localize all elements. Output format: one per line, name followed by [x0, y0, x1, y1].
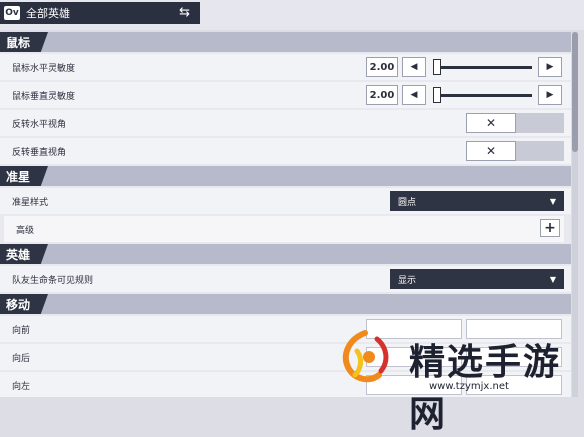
scrollbar-thumb[interactable] [572, 32, 578, 152]
invert-vertical-toggle[interactable]: ✕ [466, 141, 564, 161]
section-hero: 英雄 [0, 244, 571, 264]
setting-label: 向左 [12, 381, 31, 392]
section-movement: 移动 [0, 294, 571, 314]
keybind-secondary[interactable] [466, 375, 562, 395]
top-bar: Ov 全部英雄 ⇆ [0, 0, 584, 30]
increase-button[interactable]: ▶ [538, 57, 562, 77]
row-crosshair-advanced[interactable]: 高级 + [4, 216, 564, 242]
setting-label: 鼠标水平灵敏度 [12, 63, 76, 74]
setting-label: 向前 [12, 325, 31, 336]
keybind-primary[interactable] [366, 319, 462, 339]
dropdown-value: 圆点 [398, 197, 417, 208]
chevron-down-icon: ▼ [549, 197, 556, 206]
section-crosshair: 准星 [0, 166, 571, 186]
setting-label: 鼠标垂直灵敏度 [12, 91, 76, 102]
slider-track[interactable] [440, 66, 532, 69]
setting-label: 高级 [16, 225, 35, 236]
horizontal-sensitivity-value[interactable]: 2.00 [366, 57, 398, 77]
row-ally-health-bars: 队友生命条可见规则 显示 ▼ [0, 266, 571, 292]
swap-icon[interactable]: ⇆ [179, 5, 190, 20]
hero-selector[interactable]: Ov 全部英雄 ⇆ [0, 2, 200, 24]
row-invert-horizontal: 反转水平视角 ✕ [0, 110, 571, 136]
keybind-secondary[interactable] [466, 347, 562, 367]
chevron-down-icon: ▼ [549, 275, 556, 284]
row-vertical-sensitivity: 鼠标垂直灵敏度 2.00 ◀ ▶ [0, 82, 571, 108]
setting-label: 准星样式 [12, 197, 49, 208]
close-icon[interactable]: ✕ [466, 113, 516, 133]
hero-selector-label: 全部英雄 [26, 7, 70, 20]
setting-label: 反转垂直视角 [12, 147, 67, 158]
section-mouse: 鼠标 [0, 32, 571, 52]
increase-button[interactable]: ▶ [538, 85, 562, 105]
slider-handle[interactable] [433, 87, 441, 103]
close-icon[interactable]: ✕ [466, 141, 516, 161]
ally-health-bars-dropdown[interactable]: 显示 ▼ [390, 269, 564, 289]
keybind-secondary[interactable] [466, 319, 562, 339]
row-move-backward: 向后 [0, 344, 571, 370]
section-title: 鼠标 [0, 32, 48, 52]
row-invert-vertical: 反转垂直视角 ✕ [0, 138, 571, 164]
row-horizontal-sensitivity: 鼠标水平灵敏度 2.00 ◀ ▶ [0, 54, 571, 80]
setting-label: 反转水平视角 [12, 119, 67, 130]
setting-label: 队友生命条可见规则 [12, 275, 94, 286]
invert-horizontal-toggle[interactable]: ✕ [466, 113, 564, 133]
row-move-left: 向左 [0, 372, 571, 397]
setting-label: 向后 [12, 353, 31, 364]
scrollbar[interactable] [572, 32, 578, 397]
slider-handle[interactable] [433, 59, 441, 75]
decrease-button[interactable]: ◀ [402, 57, 426, 77]
section-title: 移动 [0, 294, 48, 314]
game-logo-icon: Ov [4, 6, 20, 20]
row-move-forward: 向前 [0, 316, 571, 342]
keybind-primary[interactable] [366, 375, 462, 395]
section-title: 英雄 [0, 244, 48, 264]
dropdown-value: 显示 [398, 275, 417, 286]
vertical-sensitivity-value[interactable]: 2.00 [366, 85, 398, 105]
crosshair-style-dropdown[interactable]: 圆点 ▼ [390, 191, 564, 211]
settings-content: 鼠标 鼠标水平灵敏度 2.00 ◀ ▶ 鼠标垂直灵敏度 2.00 ◀ ▶ 反转水… [0, 32, 571, 397]
keybind-primary[interactable] [366, 347, 462, 367]
row-crosshair-style: 准星样式 圆点 ▼ [0, 188, 571, 214]
section-title: 准星 [0, 166, 48, 186]
slider-track[interactable] [440, 94, 532, 97]
decrease-button[interactable]: ◀ [402, 85, 426, 105]
expand-button[interactable]: + [540, 219, 560, 237]
